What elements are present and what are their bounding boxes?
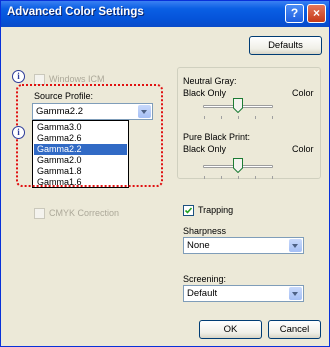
slider-tick [204,116,205,119]
help-button[interactable]: ? [285,4,304,23]
slider-tick [238,116,239,119]
cmyk-correction-label: CMYK Correction [49,208,120,218]
slider-tick [221,176,222,179]
trapping-label: Trapping [198,205,234,215]
chevron-down-icon[interactable] [289,287,302,300]
slider-tick [272,116,273,119]
dialog-title: Advanced Color Settings [7,6,144,18]
slider-tick [255,176,256,179]
ok-label: OK [223,324,238,335]
screening-label: Screening: [183,274,227,284]
defaults-label: Defaults [268,40,303,51]
sharpness-select[interactable]: None [183,237,304,254]
pure-black-slider-thumb[interactable] [233,158,243,173]
screening-value: Default [187,288,218,299]
slider-tick [272,176,273,179]
sharpness-label: Sharpness [183,226,227,236]
pure-black-label: Pure Black Print: [183,132,251,142]
sharpness-value: None [187,240,210,251]
cancel-label: Cancel [279,324,310,335]
checkmark-icon [184,207,193,214]
cmyk-correction-checkbox[interactable] [34,208,45,219]
cancel-button[interactable]: Cancel [268,320,321,339]
neutral-gray-slider-thumb[interactable] [233,98,243,113]
pure-black-max-label: Color [292,144,314,154]
highlight-callout-box [16,84,163,187]
ok-button[interactable]: OK [199,320,262,339]
neutral-gray-max-label: Color [292,88,314,98]
neutral-gray-label: Neutral Gray: [183,76,237,86]
slider-tick [255,116,256,119]
windows-icm-label: Windows ICM [49,74,105,84]
info-icon: i [12,126,25,139]
trapping-checkbox[interactable] [183,205,194,216]
screening-select[interactable]: Default [183,285,304,302]
advanced-color-settings-dialog: Advanced Color Settings ? × Defaults Win… [0,0,330,347]
defaults-button[interactable]: Defaults [249,36,322,55]
neutral-gray-min-label: Black Only [183,88,227,98]
info-icon: i [12,70,25,83]
pure-black-min-label: Black Only [183,144,227,154]
title-bar[interactable]: Advanced Color Settings ? × [1,1,329,27]
slider-tick [221,116,222,119]
help-icon: ? [290,6,299,20]
slider-tick [204,176,205,179]
chevron-down-icon[interactable] [289,239,302,252]
close-button[interactable]: × [307,4,326,23]
close-icon: × [312,6,320,20]
slider-tick [238,176,239,179]
